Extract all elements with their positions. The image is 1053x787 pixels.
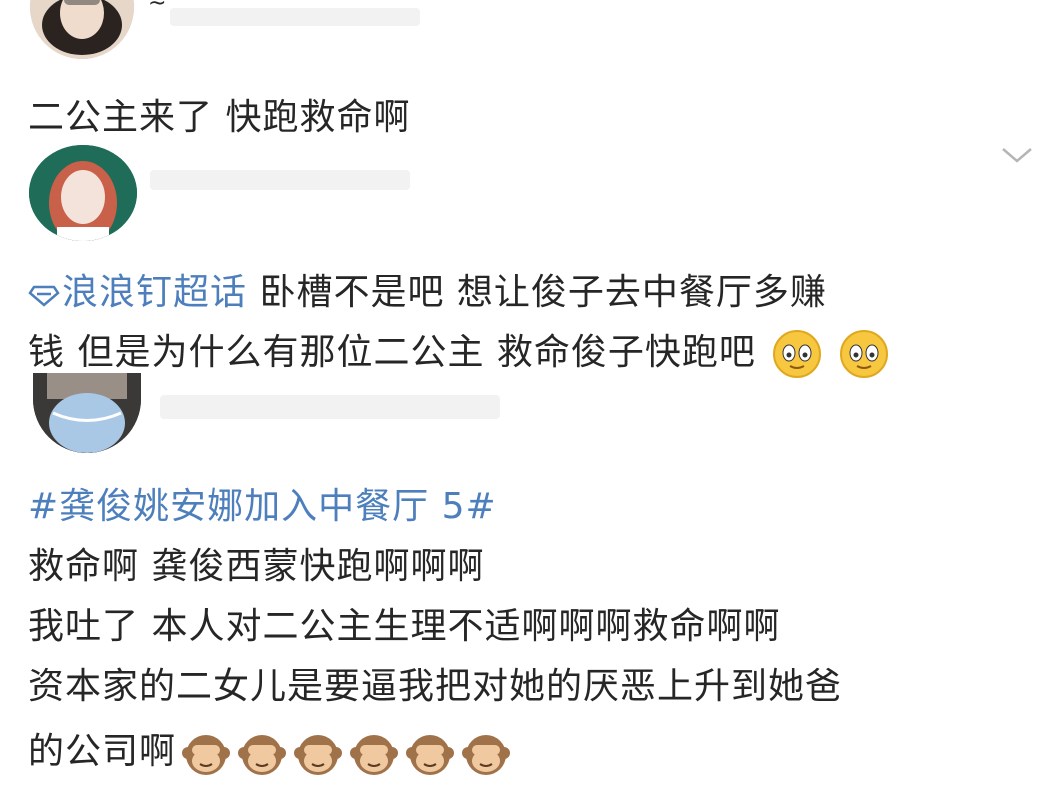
- avatar-user-3[interactable]: [33, 373, 141, 453]
- username-stub[interactable]: ~: [148, 0, 167, 24]
- blurred-username: [160, 395, 500, 419]
- see-no-evil-monkey-emoji: [182, 735, 231, 775]
- monkey-emoji-row: [176, 731, 512, 775]
- avatar-user-2[interactable]: [29, 145, 137, 241]
- blurred-username: [170, 8, 420, 26]
- see-no-evil-monkey-emoji: [238, 735, 287, 775]
- blurred-username: [150, 170, 410, 190]
- post-1-text: 二公主来了 快跑救命啊: [28, 97, 411, 138]
- post-3-line-4: 的公司啊: [28, 722, 512, 782]
- chevron-down-icon[interactable]: [1000, 145, 1034, 165]
- see-no-evil-monkey-emoji: [462, 735, 511, 775]
- post-2-text-end: 钱 但是为什么有那位二公主 救命俊子快跑吧: [28, 332, 756, 373]
- hashtag-link[interactable]: #龚俊姚安娜加入中餐厅 5#: [28, 477, 497, 537]
- post-3-line-1: 救命啊 龚俊西蒙快跑啊啊啊: [28, 546, 485, 587]
- post-3-line-3: 资本家的二女儿是要逼我把对她的厌恶上升到她爸: [28, 666, 843, 707]
- avatar-user-1[interactable]: [30, 0, 134, 59]
- avatar-image: [29, 145, 137, 241]
- see-no-evil-monkey-emoji: [350, 735, 399, 775]
- supertopic-link[interactable]: 浪浪钉超话: [28, 272, 247, 313]
- sweat-smile-emoji: [839, 330, 888, 378]
- avatar-image: [30, 0, 134, 59]
- post-3-line-2: 我吐了 本人对二公主生理不适啊啊啊救命啊啊: [28, 606, 781, 647]
- post-3-text-end: 的公司啊: [28, 731, 177, 772]
- sweat-smile-emoji: [773, 330, 822, 378]
- diamond-icon: [28, 285, 60, 307]
- post-2-line-1: 浪浪钉超话 卧槽不是吧 想让俊子去中餐厅多赚: [28, 263, 827, 323]
- see-no-evil-monkey-emoji: [294, 735, 343, 775]
- post-2-line-2: 钱 但是为什么有那位二公主 救命俊子快跑吧: [28, 323, 889, 383]
- supertopic-label[interactable]: 浪浪钉超话: [62, 272, 247, 313]
- post-2-text-start: 卧槽不是吧 想让俊子去中餐厅多赚: [247, 272, 827, 313]
- avatar-image: [33, 373, 141, 453]
- see-no-evil-monkey-emoji: [406, 735, 455, 775]
